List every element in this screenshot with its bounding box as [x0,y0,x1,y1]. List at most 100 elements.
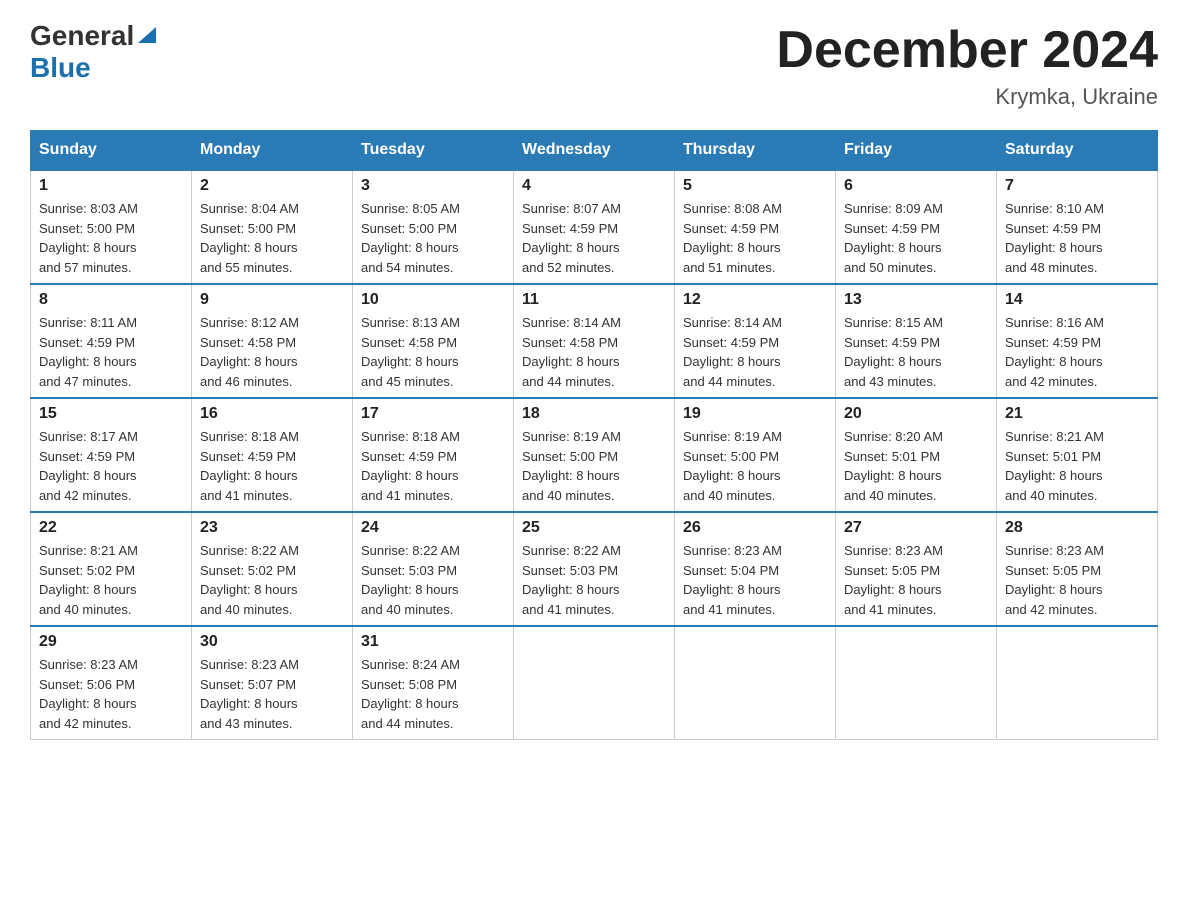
calendar-cell: 7 Sunrise: 8:10 AM Sunset: 4:59 PM Dayli… [997,170,1158,284]
day-number: 27 [844,519,988,537]
day-number: 31 [361,633,505,651]
logo: General Blue [30,20,158,84]
day-info: Sunrise: 8:10 AM Sunset: 4:59 PM Dayligh… [1005,199,1149,277]
calendar-week-row: 15 Sunrise: 8:17 AM Sunset: 4:59 PM Dayl… [31,398,1158,512]
day-number: 14 [1005,291,1149,309]
calendar-cell [997,626,1158,740]
day-info: Sunrise: 8:22 AM Sunset: 5:03 PM Dayligh… [522,541,666,619]
calendar-cell: 27 Sunrise: 8:23 AM Sunset: 5:05 PM Dayl… [836,512,997,626]
day-number: 28 [1005,519,1149,537]
calendar-cell: 31 Sunrise: 8:24 AM Sunset: 5:08 PM Dayl… [353,626,514,740]
month-title: December 2024 [776,20,1158,80]
calendar-cell: 18 Sunrise: 8:19 AM Sunset: 5:00 PM Dayl… [514,398,675,512]
weekday-header-wednesday: Wednesday [514,131,675,171]
calendar-cell [675,626,836,740]
logo-general-text: General [30,20,134,52]
day-number: 26 [683,519,827,537]
day-number: 20 [844,405,988,423]
day-info: Sunrise: 8:17 AM Sunset: 4:59 PM Dayligh… [39,427,183,505]
weekday-header-saturday: Saturday [997,131,1158,171]
day-info: Sunrise: 8:15 AM Sunset: 4:59 PM Dayligh… [844,313,988,391]
day-info: Sunrise: 8:13 AM Sunset: 4:58 PM Dayligh… [361,313,505,391]
page-header: General Blue December 2024 Krymka, Ukrai… [30,20,1158,110]
day-number: 22 [39,519,183,537]
day-info: Sunrise: 8:20 AM Sunset: 5:01 PM Dayligh… [844,427,988,505]
day-number: 19 [683,405,827,423]
day-info: Sunrise: 8:19 AM Sunset: 5:00 PM Dayligh… [683,427,827,505]
day-number: 3 [361,177,505,195]
day-number: 8 [39,291,183,309]
calendar-cell: 10 Sunrise: 8:13 AM Sunset: 4:58 PM Dayl… [353,284,514,398]
day-info: Sunrise: 8:19 AM Sunset: 5:00 PM Dayligh… [522,427,666,505]
calendar-week-row: 29 Sunrise: 8:23 AM Sunset: 5:06 PM Dayl… [31,626,1158,740]
day-info: Sunrise: 8:23 AM Sunset: 5:07 PM Dayligh… [200,655,344,733]
calendar-header-row: SundayMondayTuesdayWednesdayThursdayFrid… [31,131,1158,171]
day-info: Sunrise: 8:16 AM Sunset: 4:59 PM Dayligh… [1005,313,1149,391]
day-info: Sunrise: 8:09 AM Sunset: 4:59 PM Dayligh… [844,199,988,277]
calendar-cell: 23 Sunrise: 8:22 AM Sunset: 5:02 PM Dayl… [192,512,353,626]
weekday-header-thursday: Thursday [675,131,836,171]
logo-icon [136,23,158,45]
calendar-cell: 14 Sunrise: 8:16 AM Sunset: 4:59 PM Dayl… [997,284,1158,398]
day-info: Sunrise: 8:22 AM Sunset: 5:03 PM Dayligh… [361,541,505,619]
calendar-cell: 5 Sunrise: 8:08 AM Sunset: 4:59 PM Dayli… [675,170,836,284]
day-number: 24 [361,519,505,537]
calendar-cell: 9 Sunrise: 8:12 AM Sunset: 4:58 PM Dayli… [192,284,353,398]
day-info: Sunrise: 8:14 AM Sunset: 4:58 PM Dayligh… [522,313,666,391]
day-number: 10 [361,291,505,309]
day-number: 13 [844,291,988,309]
calendar-cell [836,626,997,740]
calendar-week-row: 1 Sunrise: 8:03 AM Sunset: 5:00 PM Dayli… [31,170,1158,284]
day-info: Sunrise: 8:23 AM Sunset: 5:04 PM Dayligh… [683,541,827,619]
day-number: 29 [39,633,183,651]
calendar-cell: 15 Sunrise: 8:17 AM Sunset: 4:59 PM Dayl… [31,398,192,512]
calendar-cell: 17 Sunrise: 8:18 AM Sunset: 4:59 PM Dayl… [353,398,514,512]
logo-blue-text: Blue [30,52,91,83]
weekday-header-tuesday: Tuesday [353,131,514,171]
calendar-cell: 4 Sunrise: 8:07 AM Sunset: 4:59 PM Dayli… [514,170,675,284]
day-number: 4 [522,177,666,195]
day-info: Sunrise: 8:21 AM Sunset: 5:01 PM Dayligh… [1005,427,1149,505]
calendar-table: SundayMondayTuesdayWednesdayThursdayFrid… [30,130,1158,740]
calendar-week-row: 8 Sunrise: 8:11 AM Sunset: 4:59 PM Dayli… [31,284,1158,398]
calendar-cell: 13 Sunrise: 8:15 AM Sunset: 4:59 PM Dayl… [836,284,997,398]
day-info: Sunrise: 8:23 AM Sunset: 5:06 PM Dayligh… [39,655,183,733]
day-info: Sunrise: 8:18 AM Sunset: 4:59 PM Dayligh… [200,427,344,505]
day-number: 2 [200,177,344,195]
day-number: 30 [200,633,344,651]
day-number: 7 [1005,177,1149,195]
day-number: 25 [522,519,666,537]
day-number: 5 [683,177,827,195]
day-number: 21 [1005,405,1149,423]
day-number: 12 [683,291,827,309]
day-number: 15 [39,405,183,423]
day-info: Sunrise: 8:12 AM Sunset: 4:58 PM Dayligh… [200,313,344,391]
day-info: Sunrise: 8:23 AM Sunset: 5:05 PM Dayligh… [1005,541,1149,619]
day-number: 17 [361,405,505,423]
calendar-cell [514,626,675,740]
calendar-cell: 22 Sunrise: 8:21 AM Sunset: 5:02 PM Dayl… [31,512,192,626]
day-info: Sunrise: 8:08 AM Sunset: 4:59 PM Dayligh… [683,199,827,277]
day-info: Sunrise: 8:07 AM Sunset: 4:59 PM Dayligh… [522,199,666,277]
day-number: 23 [200,519,344,537]
calendar-cell: 21 Sunrise: 8:21 AM Sunset: 5:01 PM Dayl… [997,398,1158,512]
calendar-cell: 1 Sunrise: 8:03 AM Sunset: 5:00 PM Dayli… [31,170,192,284]
day-info: Sunrise: 8:21 AM Sunset: 5:02 PM Dayligh… [39,541,183,619]
day-number: 16 [200,405,344,423]
calendar-cell: 12 Sunrise: 8:14 AM Sunset: 4:59 PM Dayl… [675,284,836,398]
weekday-header-monday: Monday [192,131,353,171]
day-info: Sunrise: 8:11 AM Sunset: 4:59 PM Dayligh… [39,313,183,391]
day-info: Sunrise: 8:05 AM Sunset: 5:00 PM Dayligh… [361,199,505,277]
day-info: Sunrise: 8:03 AM Sunset: 5:00 PM Dayligh… [39,199,183,277]
day-number: 11 [522,291,666,309]
calendar-cell: 2 Sunrise: 8:04 AM Sunset: 5:00 PM Dayli… [192,170,353,284]
calendar-cell: 8 Sunrise: 8:11 AM Sunset: 4:59 PM Dayli… [31,284,192,398]
day-info: Sunrise: 8:14 AM Sunset: 4:59 PM Dayligh… [683,313,827,391]
calendar-cell: 28 Sunrise: 8:23 AM Sunset: 5:05 PM Dayl… [997,512,1158,626]
weekday-header-sunday: Sunday [31,131,192,171]
day-number: 1 [39,177,183,195]
weekday-header-friday: Friday [836,131,997,171]
calendar-cell: 11 Sunrise: 8:14 AM Sunset: 4:58 PM Dayl… [514,284,675,398]
calendar-cell: 26 Sunrise: 8:23 AM Sunset: 5:04 PM Dayl… [675,512,836,626]
calendar-cell: 16 Sunrise: 8:18 AM Sunset: 4:59 PM Dayl… [192,398,353,512]
